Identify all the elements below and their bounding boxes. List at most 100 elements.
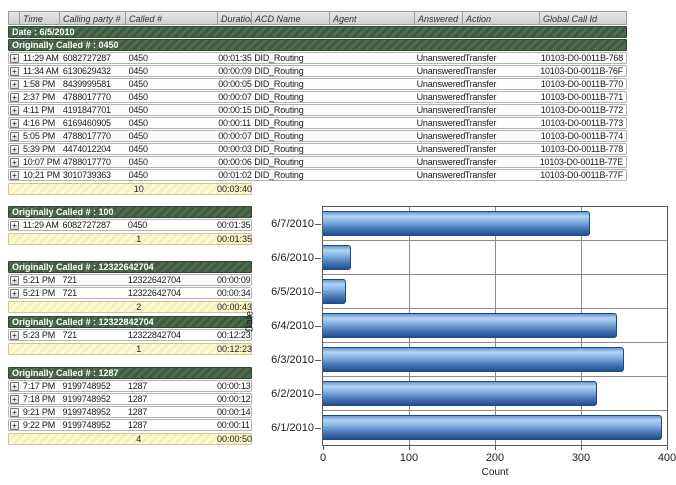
cell-calling-party-: 9199748952 [61,394,126,404]
expand-row-icon[interactable]: + [10,221,19,230]
cell-duration: 00:01:35 [217,220,251,230]
x-axis-ticks [323,446,667,451]
expand-cell: + [9,408,21,417]
summary-call-count: 10 [61,184,218,194]
cell-acd-name: DID_Routing [252,131,330,141]
cell-time: 5:21 PM [21,288,61,298]
expand-cell: + [9,119,21,128]
cell-duration: 00:00:12 [217,394,251,404]
x-axis-labels: 0100200300400 [323,452,667,465]
y-tick-mark [315,394,321,395]
column-header-called-: Called # [126,11,218,25]
y-tick-mark [315,360,321,361]
expand-row-icon[interactable]: + [10,395,19,404]
cell-calling-party-: 4788017770 [61,157,127,167]
expand-row-icon[interactable]: + [10,331,19,340]
cell-action: Transfer [463,131,540,141]
expand-row-icon[interactable]: + [10,54,19,63]
cell-calling-party-: 4474012204 [61,144,127,154]
cell-called-: 0450 [127,170,219,180]
expand-row-icon[interactable]: + [10,382,19,391]
group-summary-row: 1000:03:40 [8,183,252,195]
cell-called-: 0450 [127,131,219,141]
summary-total-duration: 00:01:35 [217,234,251,244]
summary-call-count: 4 [61,434,218,444]
bar-slot [323,207,667,241]
expand-row-icon[interactable]: + [10,421,19,430]
expand-cell: + [9,289,21,298]
cell-duration: 00:00:07 [218,92,252,102]
cell-global-call-id: 10103-D0-0011B-773 [539,118,626,128]
cell-acd-name: DID_Routing [252,144,330,154]
cell-action: Transfer [463,170,540,180]
expand-row-icon[interactable]: + [10,289,19,298]
x-tick-label: 200 [475,452,515,464]
expand-row-icon[interactable]: + [10,276,19,285]
expand-row-icon[interactable]: + [10,158,19,167]
expand-row-icon[interactable]: + [10,80,19,89]
cell-time: 11:29 AM [21,53,61,63]
x-tick-mark [495,446,496,450]
cell-duration: 00:00:15 [218,105,252,115]
bar-slot [323,377,667,411]
expand-row-icon[interactable]: + [10,119,19,128]
expand-cell: + [9,93,21,102]
group-section: Originally Called # : 12322842704+5:23 P… [8,316,252,355]
bar-slot [323,241,667,275]
expand-row-icon[interactable]: + [10,145,19,154]
expand-row-icon[interactable]: + [10,132,19,141]
expand-row-icon[interactable]: + [10,106,19,115]
cell-time: 7:17 PM [21,381,61,391]
call-record-row: +9:22 PM9199748952128700:00:11 [8,419,252,431]
expand-cell: + [9,331,21,340]
column-header-time: Time [20,11,60,25]
cell-called-: 0450 [127,53,219,63]
expand-cell: + [9,276,21,285]
call-record-row: +1:58 PM8439999581045000:00:05DID_Routin… [8,78,627,90]
cell-time: 1:58 PM [21,79,61,89]
expand-row-icon[interactable]: + [10,408,19,417]
cell-duration: 00:00:09 [218,66,252,76]
expand-cell: + [9,106,21,115]
cell-duration: 00:00:05 [218,79,252,89]
cell-called-: 0450 [127,118,219,128]
bar-slot [323,275,667,309]
cell-called-: 12322642704 [126,288,217,298]
x-tick-label: 100 [389,452,429,464]
cell-calling-party-: 721 [61,330,126,340]
cell-answered: Unanswered [415,92,463,102]
y-tick-mark [315,258,321,259]
group-section: Originally Called # : 100+11:29 AM608272… [8,206,252,245]
cell-time: 11:29 AM [21,220,61,230]
expand-row-icon[interactable]: + [10,67,19,76]
column-header-answered: Answered [415,11,463,25]
cell-time: 11:34 AM [21,66,61,76]
expand-cell: + [9,132,21,141]
cell-action: Transfer [463,105,540,115]
group-summary-row: 100:01:35 [8,233,252,245]
cell-calling-party-: 6169460905 [61,118,127,128]
call-record-row: +11:29 AM6082727287045000:01:35 [8,219,252,231]
expand-cell: + [9,67,21,76]
bar-6-5-2010 [323,279,346,304]
cell-acd-name: DID_Routing [252,105,330,115]
expand-cell: + [9,54,21,63]
cell-time: 5:39 PM [21,144,61,154]
y-tick-label: 6/4/2010 [248,309,314,343]
call-record-row: +5:05 PM4788017770045000:00:07DID_Routin… [8,130,627,142]
y-tick-mark [315,224,321,225]
x-tick-mark [581,446,582,450]
call-record-row: +7:18 PM9199748952128700:00:12 [8,393,252,405]
y-axis-title: Date [245,302,256,342]
expand-row-icon[interactable]: + [10,171,19,180]
cell-duration: 00:00:06 [218,157,252,167]
cell-duration: 00:00:03 [218,144,252,154]
cell-time: 9:22 PM [21,420,61,430]
cell-time: 10:21 PM [21,170,61,180]
call-record-row: +5:21 PM7211232264270400:00:34 [8,287,252,299]
cell-called-: 0450 [127,144,219,154]
group-summary-row: 100:12:23 [8,343,252,355]
expand-row-icon[interactable]: + [10,93,19,102]
cell-duration: 00:00:14 [217,407,251,417]
cell-duration: 00:00:09 [217,275,251,285]
